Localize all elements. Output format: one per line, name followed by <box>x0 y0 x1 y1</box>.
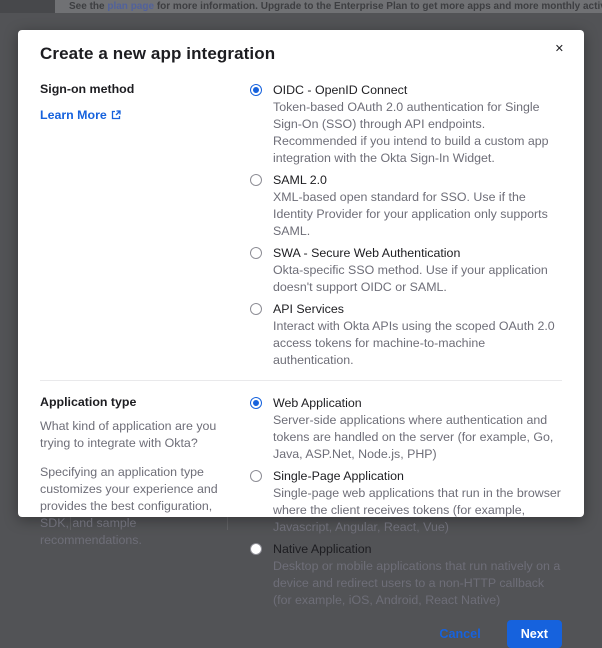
option-saml[interactable]: SAML 2.0 XML-based open standard for SSO… <box>250 172 562 240</box>
radio-saml[interactable] <box>250 174 262 186</box>
radio-web-application[interactable] <box>250 397 262 409</box>
option-description: Interact with Okta APIs using the scoped… <box>273 318 562 369</box>
option-label: API Services <box>273 301 562 318</box>
radio-api-services[interactable] <box>250 303 262 315</box>
option-oidc[interactable]: OIDC - OpenID Connect Token-based OAuth … <box>250 82 562 167</box>
option-description: Single-page web applications that run in… <box>273 485 562 536</box>
section-divider <box>40 380 562 381</box>
learn-more-label: Learn More <box>40 108 107 122</box>
radio-native-application[interactable] <box>250 543 262 555</box>
sign-on-method-section: Sign-on method Learn More OIDC - OpenID … <box>40 82 562 374</box>
dialog-footer: Cancel Next <box>40 614 562 648</box>
next-button[interactable]: Next <box>507 620 562 648</box>
external-link-icon <box>111 110 121 120</box>
application-type-question: What kind of application are you trying … <box>40 418 236 452</box>
plan-page-link[interactable]: plan page <box>107 1 154 12</box>
application-type-label: Application type <box>40 395 236 409</box>
radio-single-page-application[interactable] <box>250 470 262 482</box>
option-label: SAML 2.0 <box>273 172 562 189</box>
sign-on-method-label: Sign-on method <box>40 82 236 96</box>
radio-swa[interactable] <box>250 247 262 259</box>
option-label: Native Application <box>273 541 562 558</box>
option-swa[interactable]: SWA - Secure Web Authentication Okta-spe… <box>250 245 562 296</box>
background-banner: See the plan page for more information. … <box>55 0 602 13</box>
dialog-title: Create a new app integration <box>40 44 562 64</box>
option-native-application[interactable]: Native Application Desktop or mobile app… <box>250 541 562 609</box>
option-description: XML-based open standard for SSO. Use if … <box>273 189 562 240</box>
option-label: OIDC - OpenID Connect <box>273 82 562 99</box>
banner-text: for more information. Upgrade to the Ent… <box>154 1 602 12</box>
option-description: Desktop or mobile applications that run … <box>273 558 562 609</box>
radio-oidc[interactable] <box>250 84 262 96</box>
option-description: Server-side applications where authentic… <box>273 412 562 463</box>
option-single-page-application[interactable]: Single-Page Application Single-page web … <box>250 468 562 536</box>
cancel-button[interactable]: Cancel <box>439 627 480 641</box>
close-icon[interactable]: ✕ <box>551 40 568 59</box>
option-label: Web Application <box>273 395 562 412</box>
option-api-services[interactable]: API Services Interact with Okta APIs usi… <box>250 301 562 369</box>
option-label: Single-Page Application <box>273 468 562 485</box>
option-description: Okta-specific SSO method. Use if your ap… <box>273 262 562 296</box>
option-description: Token-based OAuth 2.0 authentication for… <box>273 99 562 167</box>
option-label: SWA - Secure Web Authentication <box>273 245 562 262</box>
background-sidebar <box>0 0 55 13</box>
learn-more-link[interactable]: Learn More <box>40 108 121 122</box>
create-app-integration-dialog: ✕ Create a new app integration Sign-on m… <box>18 30 584 517</box>
application-type-section: Application type What kind of applicatio… <box>40 395 562 614</box>
option-web-application[interactable]: Web Application Server-side applications… <box>250 395 562 463</box>
banner-text: See the <box>69 1 107 12</box>
application-type-note: Specifying an application type customize… <box>40 464 236 549</box>
